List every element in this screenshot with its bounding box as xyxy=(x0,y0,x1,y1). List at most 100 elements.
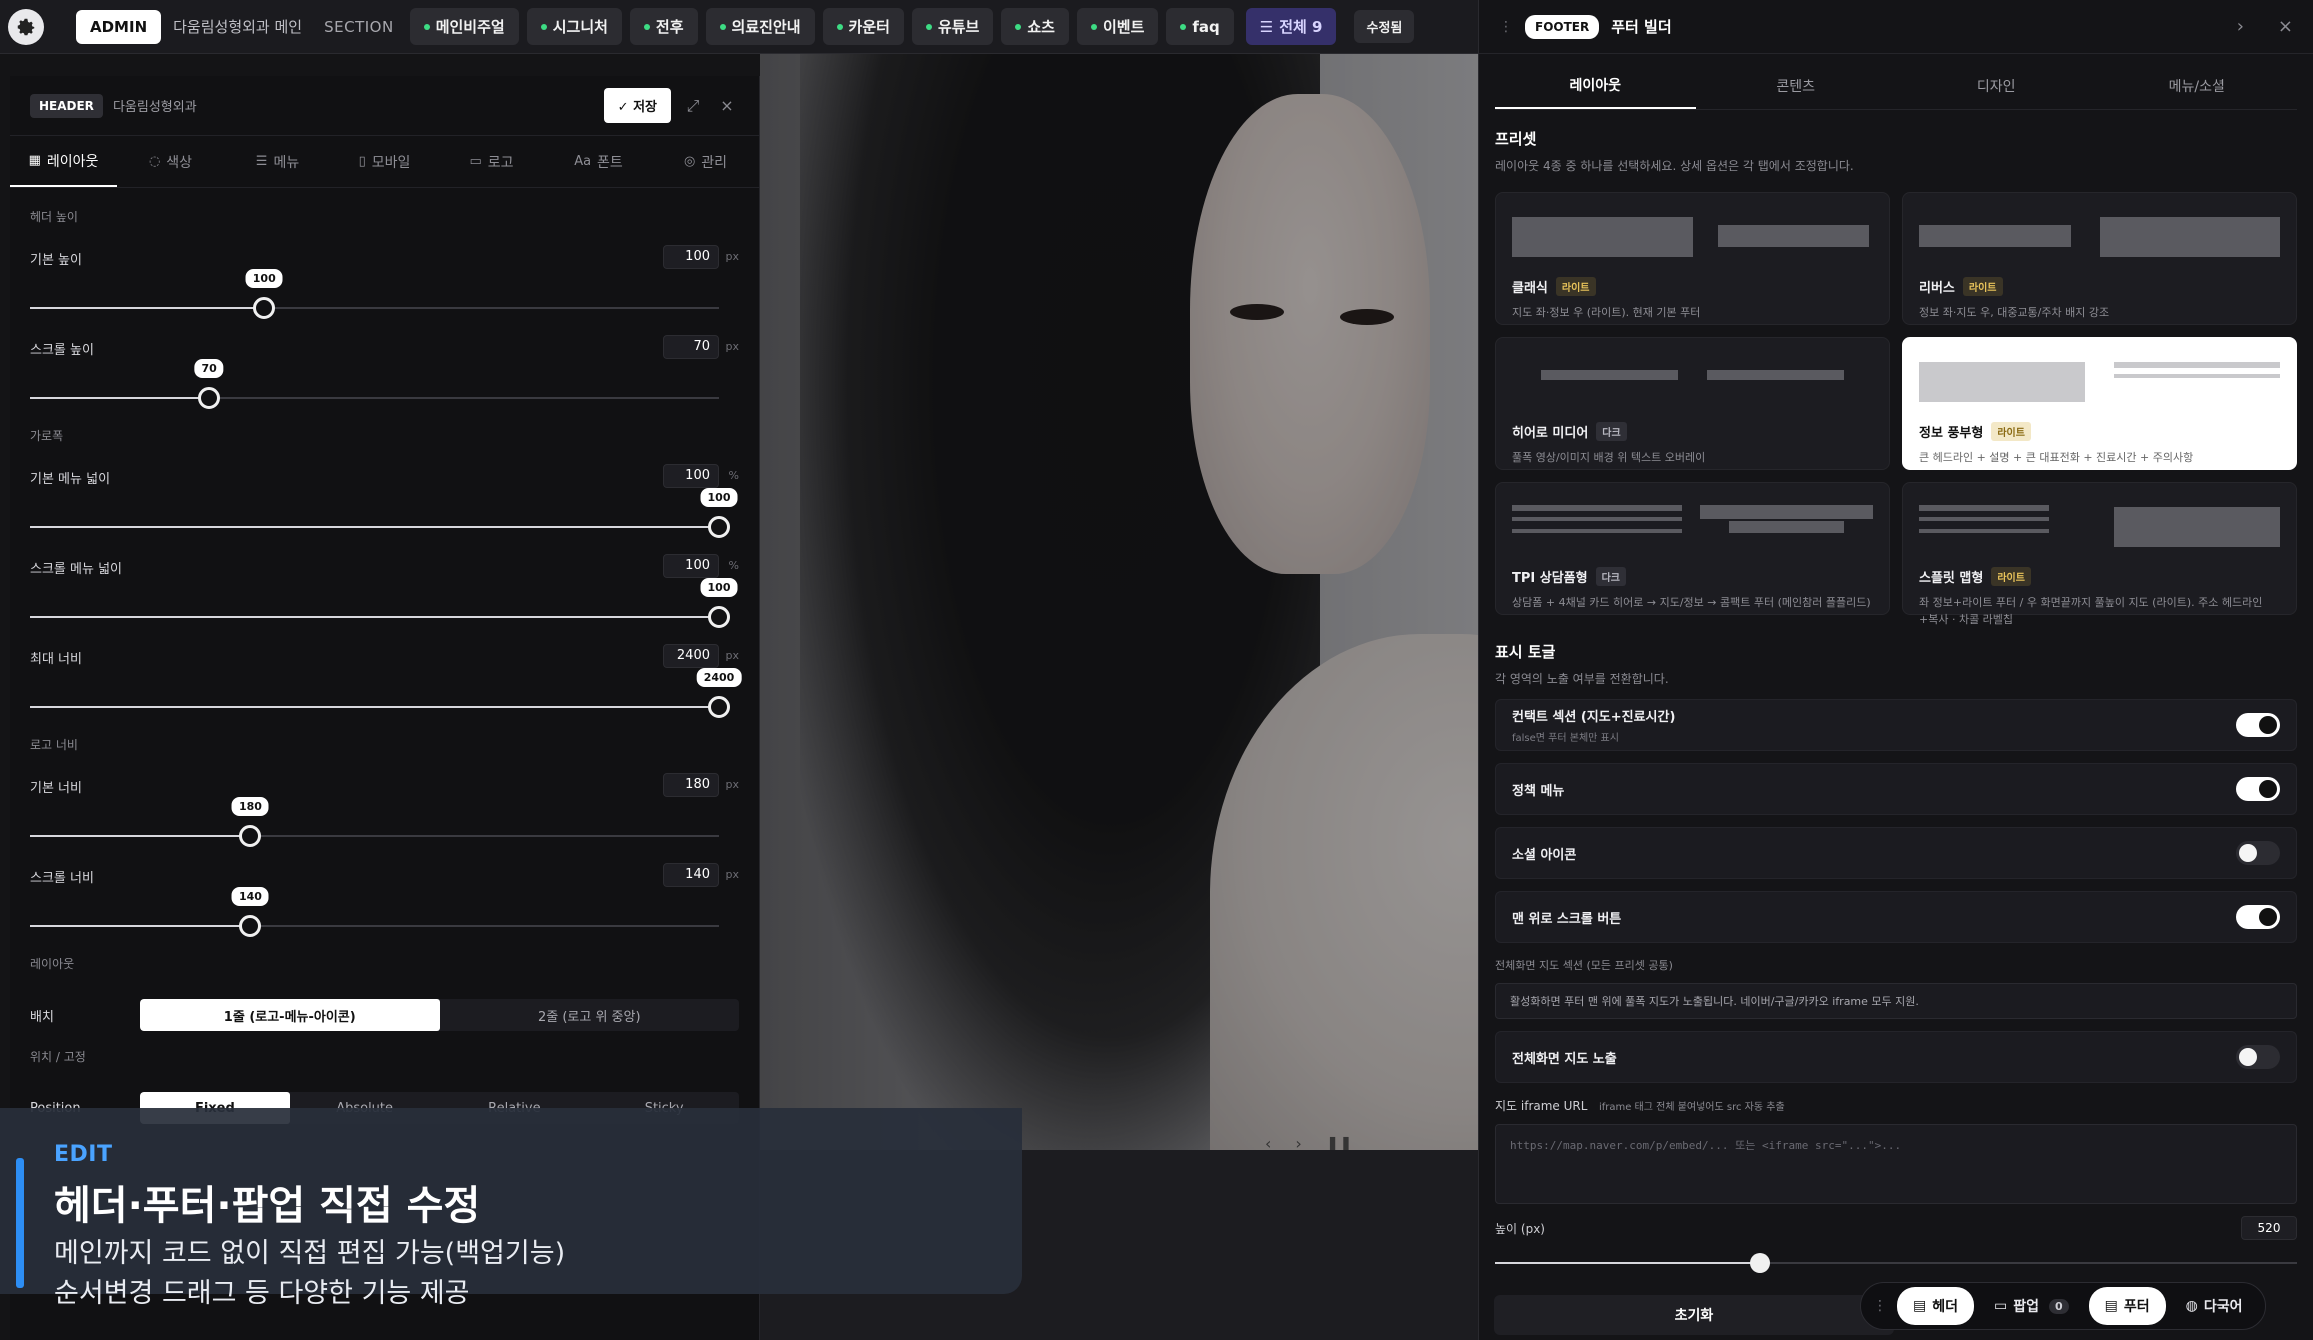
footer-tab[interactable]: 디자인 xyxy=(1896,62,2097,109)
dock-header-button[interactable]: ▤ 헤더 xyxy=(1897,1287,1974,1325)
map-toggle-row: 전체화면 지도 노출 xyxy=(1495,1031,2297,1083)
toggle-switch[interactable] xyxy=(2236,777,2280,801)
chevron-right-icon[interactable]: › xyxy=(2237,16,2244,37)
tab-font[interactable]: Aa 폰트 xyxy=(545,136,652,187)
promo-line-2: 순서변경 드래그 등 다양한 기능 제공 xyxy=(54,1278,470,1309)
field-unit: px xyxy=(725,649,740,662)
slider-track[interactable]: 2400 xyxy=(30,668,742,718)
tab-mobile[interactable]: ▯ 모바일 xyxy=(331,136,438,187)
dock-label: 다국어 xyxy=(2203,1299,2243,1315)
dock-popup-button[interactable]: ▭ 팝업 0 xyxy=(1978,1287,2085,1325)
toggle-switch[interactable] xyxy=(2236,713,2280,737)
font-icon: Aa xyxy=(574,154,592,169)
preset-card[interactable]: 히어로 미디어 다크 풀폭 영상/이미지 배경 위 텍스트 오버레이 xyxy=(1495,337,1890,470)
height-slider[interactable] xyxy=(1495,1253,2297,1273)
section-chip-label: 시그니처 xyxy=(552,18,608,36)
preset-card[interactable]: TPI 상담폼형 다크 상담폼 + 4채널 카드 히어로 → 지도/정보 → 콤팩트… xyxy=(1495,482,1890,615)
preset-card[interactable]: 리버스 라이트 정보 좌·지도 우, 대중교통/주차 배지 강조 xyxy=(1902,192,2297,325)
preset-preview xyxy=(1919,352,2280,412)
slider-track[interactable]: 140 xyxy=(30,887,719,937)
field-value-input[interactable]: 100 xyxy=(663,464,719,488)
preset-name: TPI 상담폼형 xyxy=(1512,571,1588,586)
dock-footer-button[interactable]: ▤ 푸터 xyxy=(2088,1287,2166,1325)
tab-bookmark[interactable]: ▭ 로고 xyxy=(438,136,545,187)
toggle-label-wrap: 컨택트 섹션 (지도+진료시간) false면 푸터 본체만 표시 xyxy=(1512,706,1675,744)
height-slider-knob[interactable] xyxy=(1749,1253,1770,1273)
group-position: 위치 / 고정 xyxy=(30,1050,86,1064)
drag-handle-icon[interactable]: ⋮ xyxy=(1499,19,1513,35)
slider-track[interactable]: 100 xyxy=(30,488,738,538)
slider-knob[interactable] xyxy=(198,387,221,409)
slider-field: 기본 너비 180 px 180 xyxy=(30,769,739,859)
field-unit: px xyxy=(725,778,740,791)
save-button[interactable]: ✓ 저장 xyxy=(603,88,671,123)
height-input[interactable]: 520 xyxy=(2241,1216,2297,1240)
preset-card[interactable]: 정보 풍부형 라이트 큰 헤드라인 + 설명 + 큰 대표전화 + 진료시간 + 주… xyxy=(1902,337,2297,470)
slider-knob[interactable] xyxy=(239,915,262,937)
slider-knob[interactable] xyxy=(708,516,730,538)
footer-tag: FOOTER xyxy=(1525,14,1600,39)
map-toggle-label: 전체화면 지도 노출 xyxy=(1512,1051,1617,1067)
preset-preview xyxy=(1512,207,1873,267)
expand-icon[interactable]: ⤢ xyxy=(681,96,705,116)
slider-track[interactable]: 180 xyxy=(30,797,719,847)
menu-icon: ☰ xyxy=(255,154,268,169)
preset-preview-block xyxy=(2113,362,2280,368)
iframe-url-input[interactable]: https://map.naver.com/p/embed/... 또는 <if… xyxy=(1495,1124,2297,1204)
tab-menu[interactable]: ☰ 메뉴 xyxy=(224,136,331,187)
field-value-input[interactable]: 140 xyxy=(663,863,719,887)
group-header-height: 헤더 높이 xyxy=(30,210,78,224)
footer-tab[interactable]: 콘텐츠 xyxy=(1696,62,1897,109)
toggle-label: 컨택트 섹션 (지도+진료시간) xyxy=(1512,710,1676,725)
slider-fill xyxy=(30,835,251,837)
slider-field: 스크롤 너비 140 px 140 xyxy=(30,859,739,949)
status-dot-icon xyxy=(836,23,843,30)
slider-knob[interactable] xyxy=(708,696,730,718)
tab-palette[interactable]: ◌ 색상 xyxy=(117,136,224,187)
slider-track[interactable]: 100 xyxy=(30,578,738,628)
preset-preview-block xyxy=(1728,521,1845,533)
arrangement-option[interactable]: 1줄 (로고-메뉴-아이콘) xyxy=(140,999,440,1031)
field-value-input[interactable]: 2400 xyxy=(663,644,719,668)
slider-field: 기본 메뉴 넓이 100% 100 xyxy=(30,460,739,550)
preset-card[interactable]: 클래식 라이트 지도 좌·정보 우 (라이트). 현재 기본 푸터 xyxy=(1495,192,1890,325)
field-unit: px xyxy=(725,250,740,263)
toggle-switch[interactable] xyxy=(2236,841,2280,865)
slider-field: 스크롤 높이 70 px 70 xyxy=(30,331,739,421)
field-value-input[interactable]: 100 xyxy=(663,554,719,578)
field-unit: % xyxy=(728,469,739,482)
header-tabs: ▦ 레이아웃 ◌ 색상 ☰ 메뉴 ▯ 모바일 ▭ 로고 Aa 폰트 ◎ 관리 xyxy=(10,136,759,188)
settings-icon: ◎ xyxy=(683,154,696,169)
field-label: 기본 너비 xyxy=(30,781,82,796)
preset-preview-block xyxy=(1540,370,1679,380)
toggle-label-wrap: 맨 위로 스크롤 버튼 xyxy=(1512,908,1621,927)
slider-knob[interactable] xyxy=(253,297,276,319)
field-unit: px xyxy=(725,868,740,881)
footer-tab[interactable]: 레이아웃 xyxy=(1495,62,1696,109)
footer-tab[interactable]: 메뉴/소셜 xyxy=(2097,62,2298,109)
dock-globe-button[interactable]: ◍ 다국어 xyxy=(2170,1287,2259,1325)
group-layout: 레이아웃 xyxy=(30,957,75,971)
slider-track[interactable]: 70 xyxy=(30,359,719,409)
footer-tabs: 레이아웃 콘텐츠 디자인 메뉴/소셜 xyxy=(1495,62,2297,110)
field-value-input[interactable]: 100 xyxy=(663,245,719,269)
field-value-input[interactable]: 70 xyxy=(663,335,719,359)
field-value-input[interactable]: 180 xyxy=(663,773,719,797)
slider-knob[interactable] xyxy=(708,606,730,628)
reset-button[interactable]: 초기화 xyxy=(1494,1295,1894,1335)
all-sections-label: 전체 9 xyxy=(1279,18,1323,36)
group-width: 가로폭 xyxy=(30,429,64,443)
tab-grid[interactable]: ▦ 레이아웃 xyxy=(10,136,117,187)
slider-track[interactable]: 100 xyxy=(30,269,719,319)
tab-settings[interactable]: ◎ 관리 xyxy=(652,136,759,187)
toggle-switch[interactable] xyxy=(2236,905,2280,929)
arrangement-option[interactable]: 2줄 (로고 위 중앙) xyxy=(440,999,740,1031)
map-toggle-switch[interactable] xyxy=(2236,1045,2280,1069)
site-name: 다움림성형외과 메인 xyxy=(173,18,303,36)
field-label: 스크롤 높이 xyxy=(30,343,94,358)
close-icon[interactable]: × xyxy=(715,96,739,115)
drag-handle-icon[interactable]: ⋮ xyxy=(1867,1298,1893,1314)
preset-card[interactable]: 스플릿 맵형 라이트 좌 정보+라이트 푸터 / 우 화면끝까지 풀높이 지도 (라… xyxy=(1902,482,2297,626)
slider-knob[interactable] xyxy=(239,825,262,847)
close-icon[interactable]: × xyxy=(2278,16,2293,37)
